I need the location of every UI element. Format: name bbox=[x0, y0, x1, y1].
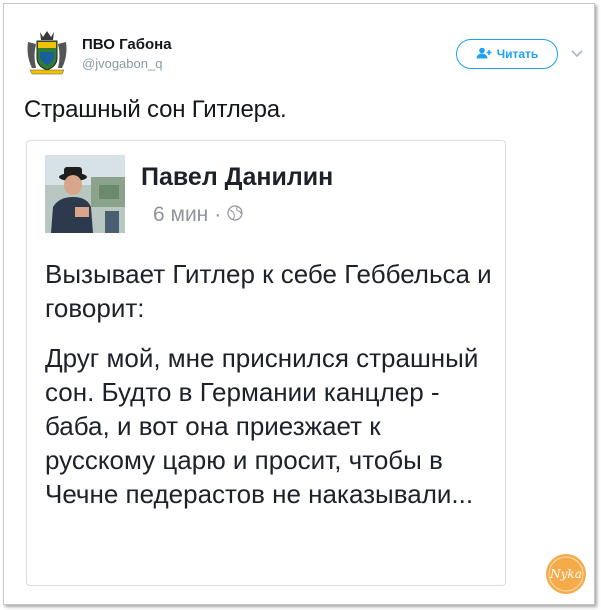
time-separator: · bbox=[214, 203, 222, 226]
coat-of-arms-icon[interactable] bbox=[24, 28, 70, 76]
tweet-frame: ПВО Габона @jvogabon_q Читать Страшный с… bbox=[3, 3, 595, 605]
post-body: Вызывает Гитлер к себе Геббельса и говор… bbox=[45, 257, 495, 527]
post-time: 6 мин · bbox=[153, 203, 243, 227]
svg-text:Nyka: Nyka bbox=[549, 567, 582, 581]
post-paragraph: Вызывает Гитлер к себе Геббельса и говор… bbox=[45, 259, 492, 323]
site-logo: Nyka bbox=[544, 552, 588, 596]
follow-label: Читать bbox=[496, 47, 539, 61]
post-time-label: 6 мин bbox=[153, 203, 209, 226]
globe-icon bbox=[227, 203, 243, 227]
post-paragraph: Друг мой, мне приснился страшный сон. Бу… bbox=[45, 343, 479, 509]
embed-author-name: Павел Данилин bbox=[141, 163, 334, 191]
profile-photo bbox=[45, 155, 125, 233]
follow-button[interactable]: Читать bbox=[456, 39, 558, 69]
tweet-header: ПВО Габона @jvogabon_q Читать bbox=[24, 28, 584, 76]
author-handle[interactable]: @jvogabon_q bbox=[82, 56, 162, 71]
embedded-screenshot: Павел Данилин 6 мин · Вызывает Гитлер к … bbox=[26, 140, 506, 586]
chevron-down-icon[interactable] bbox=[570, 46, 584, 58]
tweet-text: Страшный сон Гитлера. bbox=[24, 96, 287, 123]
add-user-icon bbox=[476, 47, 492, 62]
author-name[interactable]: ПВО Габона bbox=[82, 36, 172, 53]
